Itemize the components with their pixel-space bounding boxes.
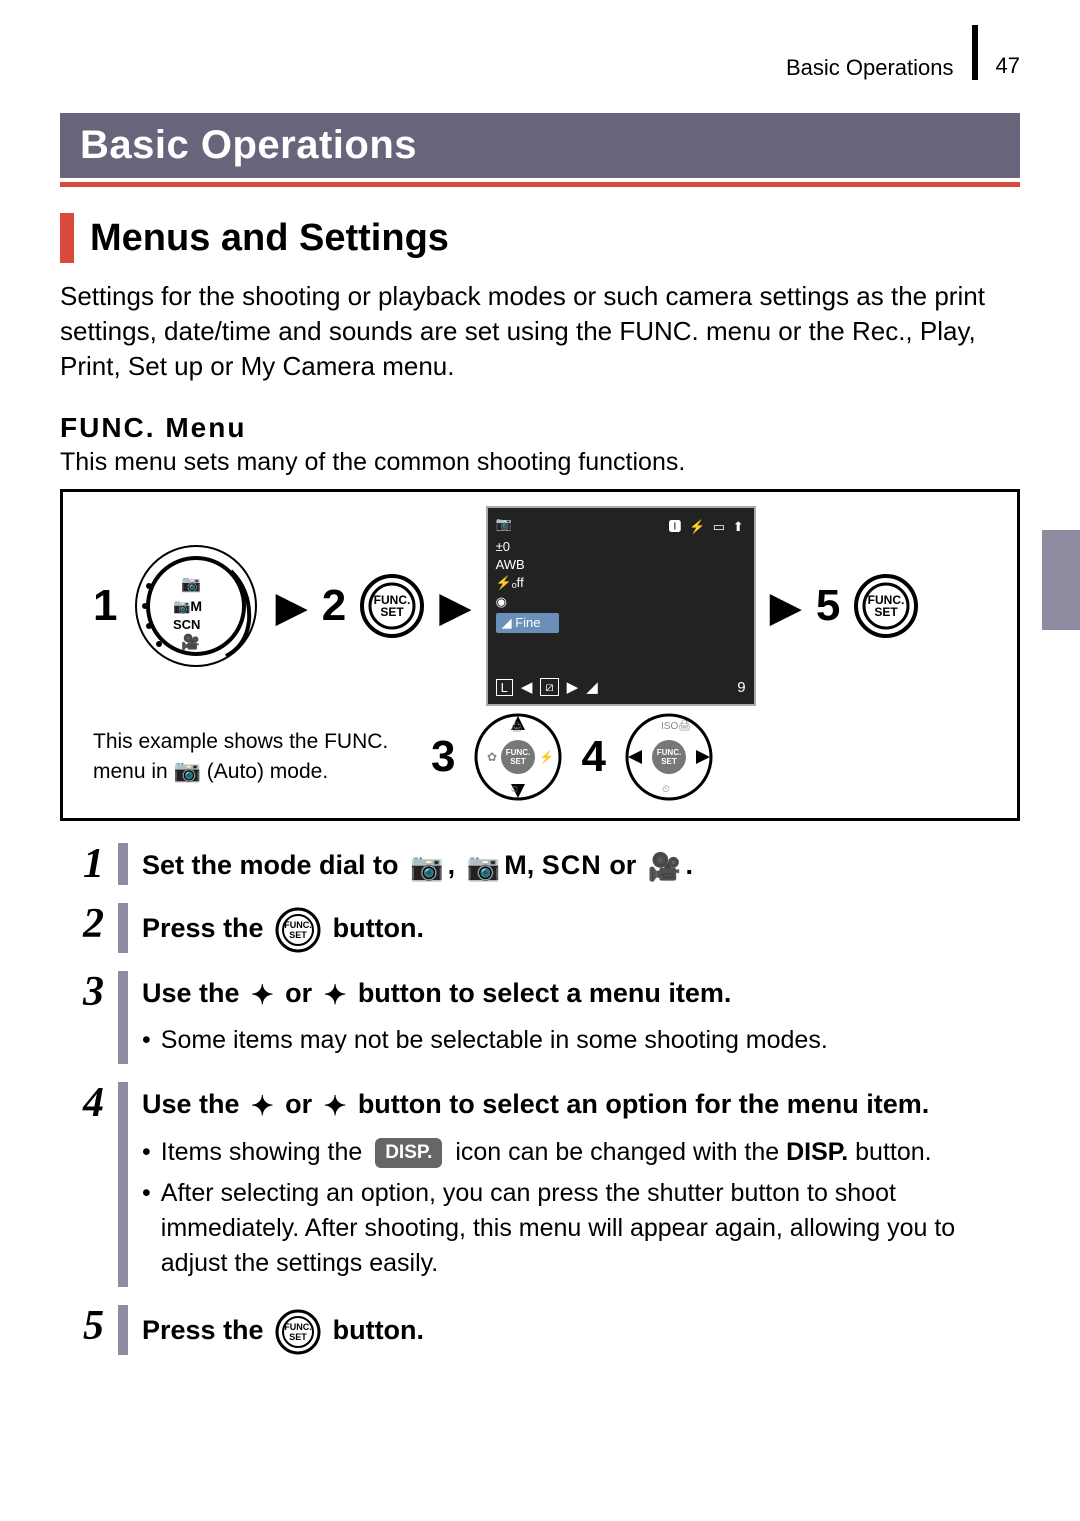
- bullet-item: •Some items may not be selectable in som…: [142, 1023, 1020, 1058]
- bullet-item: •After selecting an option, you can pres…: [142, 1176, 1020, 1281]
- intro-paragraph: Settings for the shooting or playback mo…: [60, 279, 1020, 384]
- subheading-description: This menu sets many of the common shooti…: [60, 448, 1020, 477]
- func-set-button-icon: FUNC. SET: [360, 574, 425, 639]
- size-L: L: [496, 679, 513, 696]
- svg-text:SET: SET: [511, 757, 527, 766]
- step-4: 4 Use the ✦ or ✦ button to select an opt…: [60, 1082, 1020, 1286]
- quality-selection: ◢ Fine: [496, 613, 559, 633]
- camera-manual-icon: 📷: [467, 852, 501, 882]
- step-heading: Press the FUNC. SET button.: [142, 907, 1020, 953]
- diagram-step-5: 5: [816, 581, 840, 631]
- scn-label: SCN: [542, 850, 602, 880]
- step-2: 2 Press the FUNC. SET button.: [60, 903, 1020, 953]
- svg-text:🎥: 🎥: [181, 633, 200, 651]
- shots-remaining: 9: [737, 679, 745, 696]
- page-number: 47: [996, 53, 1020, 79]
- step-3: 3 Use the ✦ or ✦ button to select a menu…: [60, 971, 1020, 1064]
- left-arrow-icon: ✦: [251, 1091, 274, 1121]
- svg-text:📷: 📷: [181, 576, 201, 593]
- right-arrow-icon: ✦: [324, 1091, 347, 1121]
- header-separator: [972, 25, 978, 80]
- step-number: 1: [60, 843, 104, 885]
- disp-badge-icon: DISP.: [375, 1138, 442, 1169]
- svg-text:SET: SET: [381, 605, 405, 619]
- svg-text:⚡: ⚡: [539, 750, 554, 764]
- arrow-right-icon: ▶: [770, 582, 802, 631]
- mode-dial-icon: 📷 📷M SCN 🎥: [131, 541, 261, 671]
- step-bar: [118, 903, 128, 953]
- svg-text:⏲: ⏲: [511, 784, 518, 794]
- arrow-right-icon: ▶: [439, 582, 471, 631]
- svg-text:SET: SET: [661, 757, 677, 766]
- status-icons: 🅸 ⚡ ▭ ⬆: [668, 516, 745, 535]
- diagram-step-1: 1: [93, 581, 117, 631]
- instruction-steps: 1 Set the mode dial to 📷, 📷M, SCN or 🎥. …: [60, 843, 1020, 1354]
- svg-text:FUNC.: FUNC.: [284, 1322, 312, 1332]
- func-set-button-icon: FUNC. SET: [275, 907, 321, 953]
- svg-text:✿: ✿: [487, 750, 497, 764]
- svg-text:FUNC.: FUNC.: [284, 920, 312, 930]
- up-arrow-icon: ✦: [251, 980, 274, 1010]
- camera-mode-icon: 📷: [496, 516, 512, 535]
- svg-text:⏲: ⏲: [662, 784, 670, 795]
- section-heading: Menus and Settings: [60, 213, 1020, 263]
- movie-mode-icon: 🎥: [648, 852, 682, 882]
- left-tri-icon: ◀: [521, 678, 533, 696]
- step-number: 5: [60, 1305, 104, 1347]
- diagram-note: This example shows the FUNC. menu in 📷 (…: [93, 728, 413, 787]
- diagram-step-3: 3: [431, 732, 455, 782]
- quality-icon: ◢: [586, 678, 598, 696]
- lcd-preview: 📷 🅸 ⚡ ▭ ⬆ ±0 AWB ⚡ₒff ◉ ◢ Fine L ◀ ⧄ ▶: [486, 506, 756, 706]
- bullet-item: • Items showing the DISP. icon can be ch…: [142, 1135, 1020, 1170]
- svg-text:FUNC.: FUNC.: [506, 748, 530, 757]
- right-tri-icon: ▶: [567, 678, 579, 696]
- step-bar: [118, 843, 128, 885]
- quality-S: ⧄: [540, 678, 558, 696]
- control-pad-vertical-icon: FUNC. SET ✿ ⚡ 🖨 ⏲: [473, 712, 563, 802]
- svg-text:FUNC.: FUNC.: [657, 748, 681, 757]
- page-header: Basic Operations 47: [60, 40, 1020, 95]
- title-underline: [60, 182, 1020, 187]
- ev-icon: ±0: [496, 539, 746, 554]
- arrow-right-icon: ▶: [275, 582, 307, 631]
- flash-off-icon: ⚡ₒff: [496, 575, 746, 591]
- svg-text:SCN: SCN: [173, 617, 200, 632]
- subheading: FUNC. Menu: [60, 412, 1020, 444]
- step-5: 5 Press the FUNC. SET button.: [60, 1305, 1020, 1355]
- wb-icon: AWB: [496, 557, 746, 572]
- heading-text: Menus and Settings: [90, 217, 449, 260]
- camera-auto-icon: 📷: [174, 758, 201, 783]
- metering-icon: ◉: [496, 594, 746, 610]
- control-pad-horizontal-icon: FUNC. SET ISO🖨 ⏲: [624, 712, 714, 802]
- step-number: 4: [60, 1082, 104, 1124]
- step-bar: [118, 1305, 128, 1355]
- svg-text:🖨: 🖨: [511, 722, 522, 732]
- step-heading: Set the mode dial to 📷, 📷M, SCN or 🎥.: [142, 847, 1020, 885]
- down-arrow-icon: ✦: [324, 980, 347, 1010]
- step-heading: Use the ✦ or ✦ button to select an optio…: [142, 1086, 1020, 1124]
- step-number: 2: [60, 903, 104, 945]
- svg-text:📷M: 📷M: [173, 598, 202, 615]
- svg-text:ISO🖨: ISO🖨: [661, 720, 691, 732]
- diagram-step-4: 4: [581, 732, 605, 782]
- heading-marker: [60, 213, 74, 263]
- workflow-diagram: 1 📷 📷M SCN 🎥 ▶ 2 FUNC.: [60, 489, 1020, 821]
- func-set-button-icon: FUNC. SET: [854, 574, 919, 639]
- step-heading: Use the ✦ or ✦ button to select a menu i…: [142, 975, 1020, 1013]
- step-heading: Press the FUNC. SET button.: [142, 1309, 1020, 1355]
- svg-text:SET: SET: [289, 930, 307, 940]
- func-set-button-icon: FUNC. SET: [275, 1309, 321, 1355]
- diagram-step-2: 2: [322, 581, 346, 631]
- step-bar: [118, 971, 128, 1064]
- step-bar: [118, 1082, 128, 1286]
- camera-auto-icon: 📷: [410, 852, 444, 882]
- side-tab: [1042, 530, 1080, 630]
- page-title: Basic Operations: [60, 113, 1020, 178]
- step-number: 3: [60, 971, 104, 1013]
- svg-text:SET: SET: [875, 605, 899, 619]
- step-1: 1 Set the mode dial to 📷, 📷M, SCN or 🎥.: [60, 843, 1020, 885]
- section-label: Basic Operations: [786, 55, 954, 81]
- svg-text:SET: SET: [289, 1332, 307, 1342]
